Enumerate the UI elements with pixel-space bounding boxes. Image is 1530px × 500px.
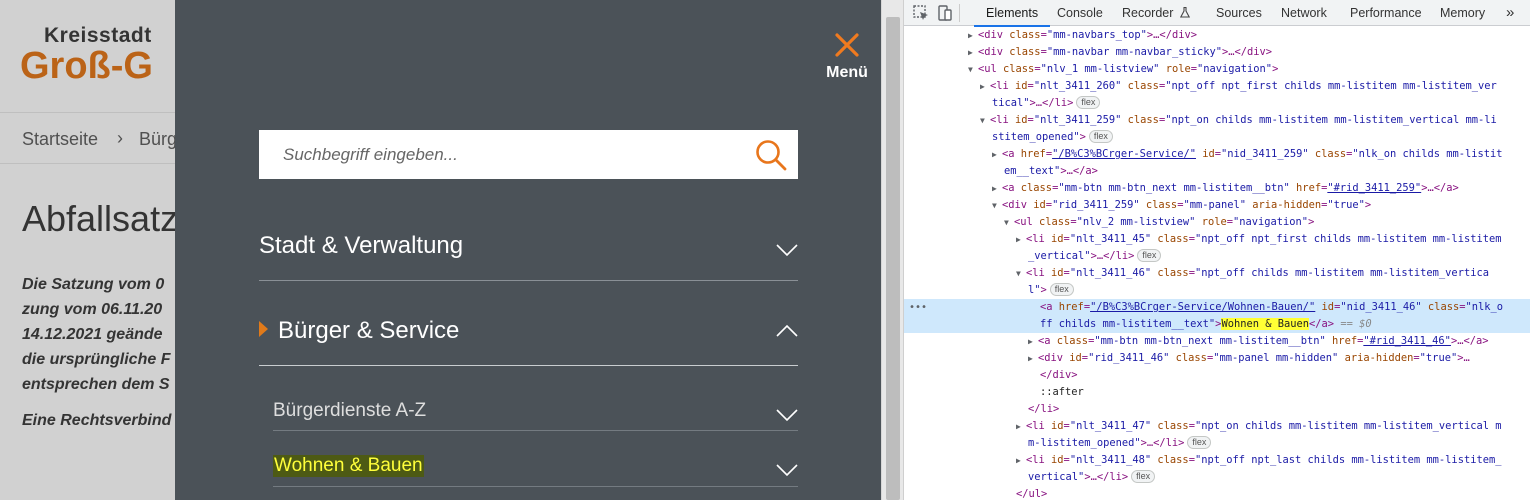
- flex-badge[interactable]: flex: [1088, 130, 1113, 143]
- toolbar-divider: [959, 4, 960, 22]
- collapse-triangle-icon[interactable]: ▼: [1016, 265, 1026, 282]
- dom-node[interactable]: ▼ <ul class="nlv_1 mm-listview" role="nav…: [904, 61, 1530, 78]
- collapse-triangle-icon[interactable]: ▼: [968, 61, 978, 78]
- expand-triangle-icon[interactable]: ▶: [1016, 231, 1026, 248]
- dom-node-selected[interactable]: ••• <a href="/B%C3%BCrger-Service/Wohnen-…: [904, 299, 1530, 316]
- tab-recorder[interactable]: Recorder: [1122, 0, 1191, 26]
- nav-item-label: Bürger & Service: [278, 317, 460, 344]
- offcanvas-menu: Menü Stadt & Verwaltung Bürger & Service…: [175, 0, 881, 500]
- more-options-icon[interactable]: •••: [909, 299, 927, 316]
- chevron-down-icon[interactable]: [776, 408, 798, 422]
- tab-network[interactable]: Network: [1281, 0, 1327, 26]
- dom-node-continuation: m-listitem_opened">…</li> flex: [904, 435, 1530, 452]
- dom-node-selected-continuation[interactable]: ff childs mm-listitem__text">Wohnen & Ba…: [904, 316, 1530, 333]
- dom-node[interactable]: ▼ <div id="rid_3411_259" class="mm-panel"…: [904, 197, 1530, 214]
- expand-triangle-icon[interactable]: ▶: [992, 146, 1002, 163]
- dom-node[interactable]: </ul>: [904, 486, 1530, 500]
- dom-tree: ▶ <div class="mm-navbars_top">…</div> ▶ <d…: [904, 27, 1530, 500]
- dom-node[interactable]: ▶ <li id="nlt_3411_45" class="npt_off npt…: [904, 231, 1530, 248]
- dom-node[interactable]: </div>: [904, 367, 1530, 384]
- dom-node[interactable]: ▶ <a class="mm-btn mm-btn_next mm-listite…: [904, 180, 1530, 197]
- dom-node[interactable]: ▶ <li id="nlt_3411_260" class="npt_off np…: [904, 78, 1530, 95]
- flex-badge[interactable]: flex: [1187, 436, 1212, 449]
- expand-triangle-icon[interactable]: ▶: [968, 44, 978, 61]
- dom-node[interactable]: ▼ <ul class="nlv_2 mm-listview" role="nav…: [904, 214, 1530, 231]
- menu-label: Menü: [826, 64, 868, 81]
- dom-node[interactable]: ▼ <li id="nlt_3411_259" class="npt_on chi…: [904, 112, 1530, 129]
- search-icon[interactable]: [754, 138, 788, 172]
- dom-node[interactable]: ▶ <li id="nlt_3411_48" class="npt_off npt…: [904, 452, 1530, 469]
- expand-triangle-icon[interactable]: ▶: [1016, 418, 1026, 435]
- collapse-triangle-icon[interactable]: ▼: [980, 112, 990, 129]
- tab-elements[interactable]: Elements: [973, 0, 1051, 27]
- page-scrollbar[interactable]: [881, 0, 903, 500]
- chevron-down-icon[interactable]: [776, 243, 798, 257]
- menu-close-button[interactable]: Menü: [821, 30, 873, 86]
- flex-badge[interactable]: flex: [1076, 96, 1101, 109]
- flex-badge[interactable]: flex: [1131, 470, 1156, 483]
- selected-node-text: Wohnen & Bauen: [1221, 318, 1310, 330]
- collapse-triangle-icon[interactable]: ▼: [992, 197, 1002, 214]
- chevron-down-icon[interactable]: [776, 463, 798, 477]
- dom-node-continuation: _vertical">…</li> flex: [904, 248, 1530, 265]
- nav-item-buerger-service[interactable]: Bürger & Service: [259, 281, 798, 366]
- dom-node-continuation: vertical">…</li> flex: [904, 469, 1530, 486]
- active-indicator-icon: [259, 321, 268, 337]
- dom-node-continuation: l"> flex: [904, 282, 1530, 299]
- search-input[interactable]: [259, 130, 749, 179]
- nav-subitem-wohnen-bauen[interactable]: Wohnen & Bauen: [273, 431, 798, 487]
- dom-node[interactable]: ▶ <a class="mm-btn mm-btn_next mm-listite…: [904, 333, 1530, 350]
- dom-node[interactable]: </li>: [904, 401, 1530, 418]
- dom-node[interactable]: ▶ <li id="nlt_3411_47" class="npt_on chil…: [904, 418, 1530, 435]
- dom-node[interactable]: ▶ <div class="mm-navbar mm-navbar_sticky"…: [904, 44, 1530, 61]
- close-icon: [835, 33, 859, 57]
- scrollbar-thumb[interactable]: [886, 17, 900, 500]
- dom-node-continuation: stitem_opened"> flex: [904, 129, 1530, 146]
- nav-subitem-buergerdienste[interactable]: Bürgerdienste A-Z: [273, 366, 798, 431]
- dom-node[interactable]: ▼ <li id="nlt_3411_46" class="npt_off chi…: [904, 265, 1530, 282]
- inspect-element-icon[interactable]: [912, 4, 930, 22]
- expand-triangle-icon[interactable]: ▶: [968, 27, 978, 44]
- expand-triangle-icon[interactable]: ▶: [992, 180, 1002, 197]
- tab-sources[interactable]: Sources: [1216, 0, 1262, 26]
- expand-triangle-icon[interactable]: ▶: [1016, 452, 1026, 469]
- tab-performance[interactable]: Performance: [1350, 0, 1422, 26]
- dom-node[interactable]: ▶ <div class="mm-navbars_top">…</div>: [904, 27, 1530, 44]
- more-tabs-chevron-icon[interactable]: »: [1506, 0, 1514, 26]
- flask-icon: [1179, 6, 1191, 18]
- dom-node-pseudo[interactable]: ::after: [904, 384, 1530, 401]
- expand-triangle-icon[interactable]: ▶: [1028, 333, 1038, 350]
- console-ref: == $0: [1340, 318, 1372, 330]
- dom-node[interactable]: ▶ <div id="rid_3411_46" class="mm-panel m…: [904, 350, 1530, 367]
- collapse-triangle-icon[interactable]: ▼: [1004, 214, 1014, 231]
- dom-node[interactable]: ▶ <a href="/B%C3%BCrger-Service/" id="nid…: [904, 146, 1530, 163]
- tab-console[interactable]: Console: [1057, 0, 1103, 26]
- expand-triangle-icon[interactable]: ▶: [980, 78, 990, 95]
- nav-subitem-label: Bürgerdienste A-Z: [273, 400, 427, 421]
- dom-node-continuation: tical">…</li> flex: [904, 95, 1530, 112]
- dom-node-continuation: em__text">…</a>: [1004, 165, 1098, 177]
- devtools-panel: Elements Console Recorder Sources Networ…: [903, 0, 1530, 500]
- search-box: [259, 130, 798, 179]
- tab-memory[interactable]: Memory: [1440, 0, 1485, 26]
- flex-badge[interactable]: flex: [1137, 249, 1162, 262]
- nav-item-stadt-verwaltung[interactable]: Stadt & Verwaltung: [259, 218, 798, 281]
- expand-triangle-icon[interactable]: ▶: [1028, 350, 1038, 367]
- flex-badge[interactable]: flex: [1049, 283, 1074, 296]
- device-toolbar-icon[interactable]: [935, 4, 953, 22]
- tab-recorder-label: Recorder: [1122, 6, 1174, 20]
- nav-subitem-label-highlighted: Wohnen & Bauen: [273, 455, 424, 477]
- nav-item-label: Stadt & Verwaltung: [259, 232, 464, 259]
- devtools-tab-bar: Elements Console Recorder Sources Networ…: [904, 0, 1530, 27]
- chevron-up-icon[interactable]: [776, 324, 798, 338]
